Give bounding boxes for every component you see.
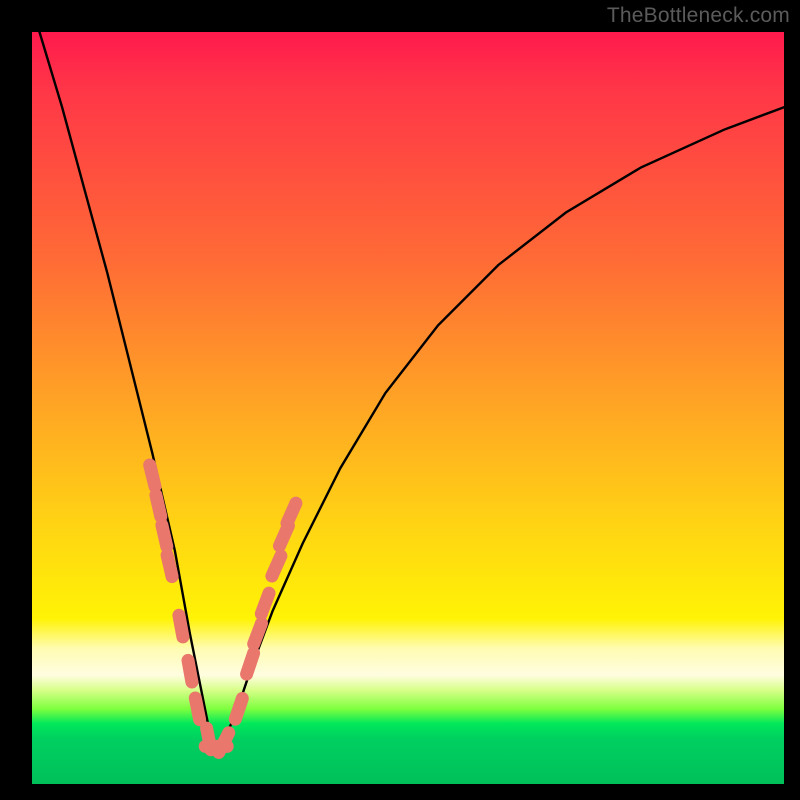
curve-marker	[219, 733, 229, 753]
curve-marker	[156, 495, 161, 517]
curve-marker	[261, 593, 269, 614]
curve-marker	[195, 698, 199, 720]
watermark-text: TheBottleneck.com	[607, 4, 790, 28]
bottleneck-curve	[40, 32, 785, 746]
curve-marker	[162, 525, 167, 547]
chart-frame: TheBottleneck.com	[0, 0, 800, 800]
curve-marker	[235, 698, 242, 719]
curve-marker	[247, 653, 254, 674]
curve-marker	[254, 623, 262, 644]
curve-marker	[272, 556, 281, 576]
curve-marker	[167, 555, 172, 576]
curve-marker	[179, 615, 183, 637]
chart-plot-area	[32, 32, 784, 784]
curve-marker	[287, 503, 296, 523]
curve-marker	[150, 465, 155, 486]
curve-marker	[188, 660, 192, 682]
chart-svg	[32, 32, 784, 784]
